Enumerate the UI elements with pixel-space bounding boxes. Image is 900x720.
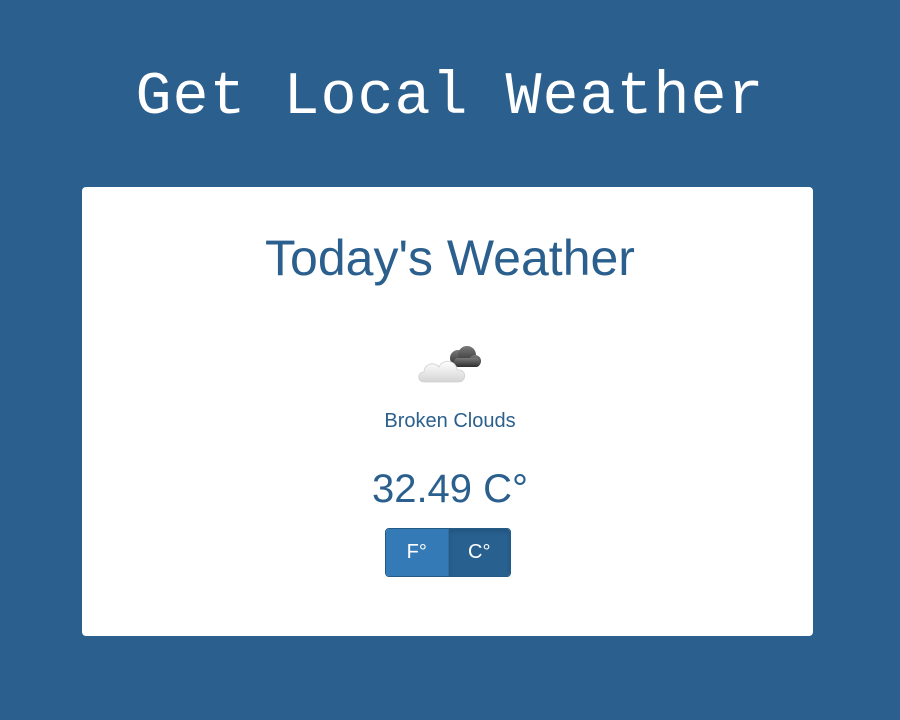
- unit-toggle: F° C°: [385, 528, 511, 577]
- card-title: Today's Weather: [265, 230, 635, 286]
- celsius-button[interactable]: C°: [448, 529, 510, 576]
- fahrenheit-button[interactable]: F°: [386, 529, 449, 576]
- temperature-display: 32.49 C°: [371, 467, 529, 511]
- broken-clouds-icon: [418, 346, 481, 383]
- weather-condition: Broken Clouds: [384, 410, 516, 432]
- page-title: Get Local Weather: [135, 64, 765, 132]
